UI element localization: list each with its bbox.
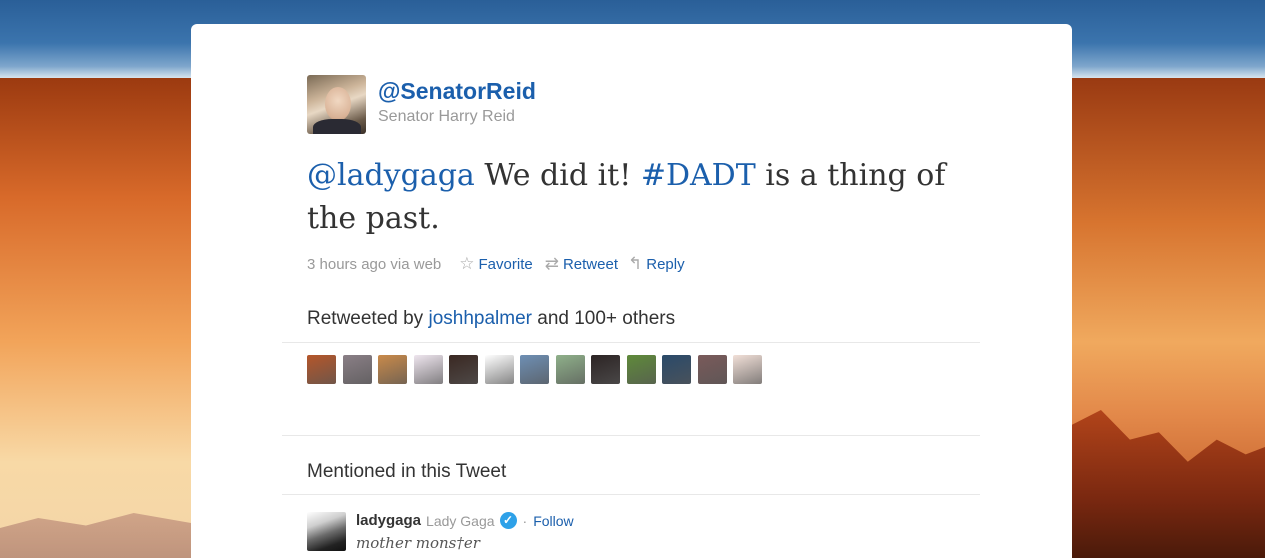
retweeter-avatar[interactable] bbox=[626, 355, 656, 384]
avatar-face bbox=[325, 87, 351, 121]
mention-link[interactable]: @ladygaga bbox=[307, 158, 475, 193]
mentioned-heading: Mentioned in this Tweet bbox=[307, 461, 507, 482]
mentioned-user-bio: mother mons†er bbox=[356, 534, 480, 552]
mentioned-user-line: ladygaga Lady Gaga ✓ · Follow bbox=[356, 512, 574, 529]
divider bbox=[282, 342, 980, 343]
author-handle[interactable]: @SenatorReid bbox=[378, 78, 536, 105]
retweeted-by: Retweeted by joshhpalmer and 100+ others bbox=[307, 308, 675, 330]
retweeter-link[interactable]: joshhpalmer bbox=[428, 308, 532, 329]
mentioned-user-handle[interactable]: ladygaga bbox=[356, 512, 421, 529]
retweeter-avatar[interactable] bbox=[662, 355, 691, 384]
retweeter-avatars bbox=[307, 355, 769, 384]
retweeter-avatar[interactable] bbox=[378, 355, 407, 384]
reply-label: Reply bbox=[646, 255, 685, 273]
retweeter-avatar[interactable] bbox=[484, 355, 514, 384]
retweeter-avatar[interactable] bbox=[413, 355, 443, 384]
star-icon: ☆ bbox=[459, 254, 475, 273]
verified-check-icon: ✓ bbox=[499, 512, 517, 529]
retweeter-avatar[interactable] bbox=[733, 355, 762, 384]
tweet-card: @SenatorReid Senator Harry Reid @ladygag… bbox=[191, 24, 1072, 558]
tweet-text: @ladygaga We did it! #DADT is a thing of… bbox=[307, 154, 967, 240]
retweeter-avatar[interactable] bbox=[449, 355, 478, 384]
author-name: Senator Harry Reid bbox=[378, 108, 515, 125]
mentioned-user-avatar[interactable] bbox=[307, 512, 346, 551]
reply-arrow-icon: ↰ bbox=[627, 254, 643, 273]
favorite-label: Favorite bbox=[478, 255, 533, 273]
hashtag-link[interactable]: #DADT bbox=[641, 158, 756, 193]
retweet-icon: ⇄ bbox=[544, 254, 559, 273]
mentioned-user-name: Lady Gaga bbox=[426, 512, 495, 529]
divider bbox=[282, 435, 980, 436]
retweeter-avatar[interactable] bbox=[307, 355, 336, 384]
author-avatar[interactable] bbox=[307, 75, 366, 134]
retweeter-avatar[interactable] bbox=[697, 355, 727, 384]
retweeted-suffix: and 100+ others bbox=[531, 308, 676, 329]
tweet-text-middle: We did it! bbox=[474, 158, 641, 193]
retweeter-avatar[interactable] bbox=[591, 355, 620, 384]
tweet-timestamp[interactable]: 3 hours ago via web bbox=[307, 256, 441, 273]
tweet-meta: 3 hours ago via web ☆ Favorite ⇄ Retweet… bbox=[307, 254, 685, 274]
retweeter-avatar[interactable] bbox=[342, 355, 372, 384]
retweet-label: Retweet bbox=[562, 255, 618, 273]
divider bbox=[282, 494, 980, 495]
retweeted-prefix: Retweeted by bbox=[307, 308, 429, 329]
favorite-button[interactable]: ☆ Favorite bbox=[459, 254, 532, 274]
avatar-suit bbox=[313, 119, 361, 134]
background-hills bbox=[0, 513, 191, 558]
reply-button[interactable]: ↰ Reply bbox=[628, 254, 685, 274]
separator-dot: · bbox=[522, 512, 528, 529]
retweeter-avatar[interactable] bbox=[555, 355, 585, 384]
retweeter-avatar[interactable] bbox=[520, 355, 549, 384]
background-left-panel bbox=[0, 78, 191, 558]
follow-button[interactable]: Follow bbox=[533, 513, 573, 529]
retweet-button[interactable]: ⇄ Retweet bbox=[545, 254, 618, 274]
